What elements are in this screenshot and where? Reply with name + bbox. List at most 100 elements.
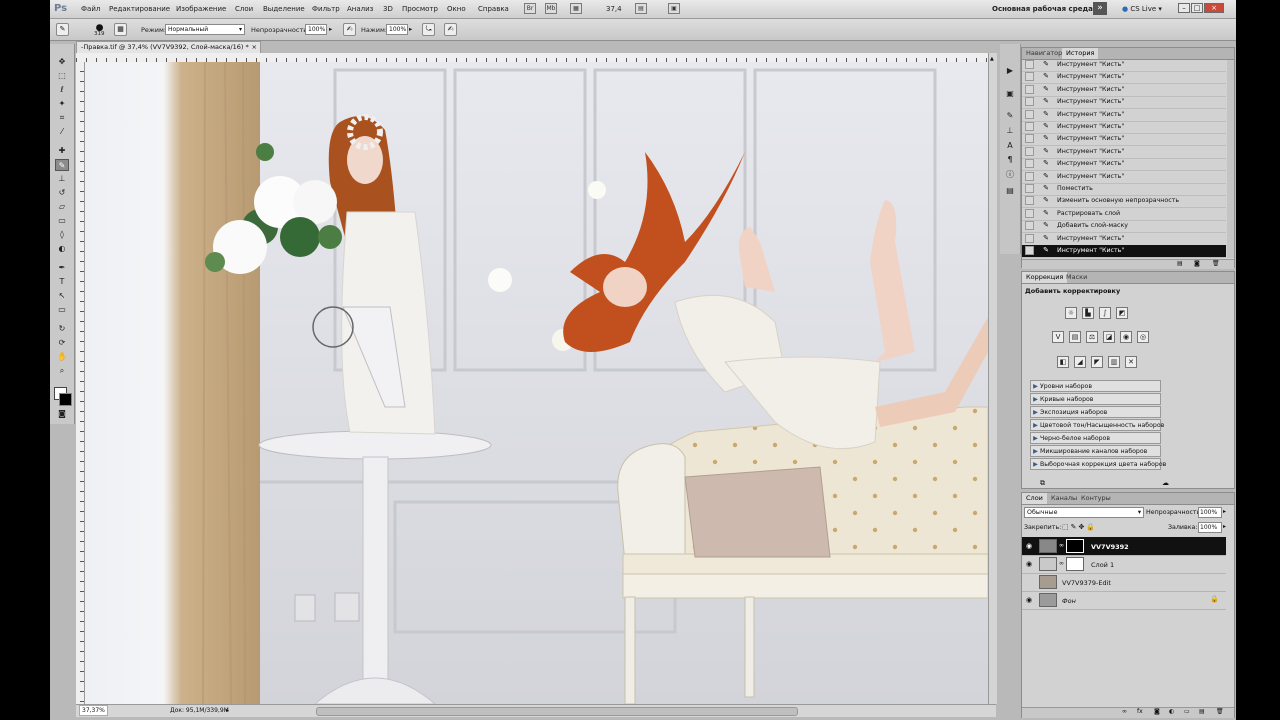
lasso-tool-icon[interactable]: ℓ	[55, 84, 69, 96]
tab-layers[interactable]: Слои	[1022, 493, 1047, 504]
film-icon[interactable]: ▣	[1004, 89, 1016, 99]
scroll-up-icon[interactable]: ▲	[990, 56, 995, 64]
brush-preset-icon[interactable]: ✎	[56, 23, 69, 36]
tab-channels[interactable]: Каналы	[1047, 493, 1081, 504]
gradient-tool-icon[interactable]: ▭	[55, 215, 69, 227]
menu-file[interactable]: Файл	[81, 5, 100, 13]
menu-filter[interactable]: Фильтр	[312, 5, 340, 13]
new-snapshot-icon[interactable]: ◙	[1194, 260, 1200, 267]
history-item[interactable]: ✎ Инструмент "Кисть"	[1022, 59, 1226, 72]
mode-select[interactable]: Нормальный ▾	[165, 24, 245, 35]
status-arrow-icon[interactable]: ▸	[226, 705, 229, 716]
adjustment-preset-item[interactable]: ▶ Уровни наборов	[1030, 380, 1161, 392]
zoom-tool-icon[interactable]: ⌕	[55, 365, 69, 377]
history-item[interactable]: ✎ Инструмент "Кисть"	[1022, 71, 1226, 85]
info-icon[interactable]: ⓘ	[1004, 169, 1016, 179]
history-item[interactable]: ✎ Поместить	[1022, 183, 1226, 196]
blur-tool-icon[interactable]: ◊	[55, 229, 69, 241]
flow-dropdown-icon[interactable]: ▸	[409, 25, 412, 33]
history-item[interactable]: ✎ Растрировать слой	[1022, 208, 1226, 221]
history-item[interactable]: ✎ Инструмент "Кисть"	[1022, 96, 1226, 110]
screen-mode-icon[interactable]: ▣	[668, 3, 680, 14]
history-item[interactable]: ✎ Инструмент "Кисть"	[1022, 133, 1226, 147]
quick-mask-icon[interactable]: ◙	[55, 408, 69, 420]
mini-bridge-icon[interactable]: Mb	[545, 3, 557, 14]
eraser-tool-icon[interactable]: ▱	[55, 201, 69, 213]
flow-input[interactable]: 100%	[386, 24, 408, 35]
expand-arrow-icon[interactable]: ▶	[1031, 459, 1040, 470]
clip-layer-icon[interactable]: ⧉	[1040, 479, 1045, 488]
healing-brush-tool-icon[interactable]: ✚	[55, 145, 69, 157]
adjustment-preset-item[interactable]: ▶ Экспозиция наборов	[1030, 406, 1161, 418]
chain-link-icon[interactable]: ∞	[1059, 560, 1064, 567]
crop-tool-icon[interactable]: ⌗	[55, 112, 69, 124]
vertical-scrollbar[interactable]: ▲	[988, 53, 997, 704]
layer-row[interactable]: ◉ ∞ Слой 1	[1022, 555, 1226, 574]
history-scrollbar[interactable]	[1227, 60, 1234, 258]
menu-layers[interactable]: Слои	[235, 5, 253, 13]
horizontal-scrollbar[interactable]	[316, 707, 798, 716]
opacity-dropdown-icon[interactable]: ▸	[329, 25, 332, 33]
character-icon[interactable]: A	[1004, 141, 1016, 151]
expand-arrow-icon[interactable]: ▶	[1031, 394, 1040, 405]
layer-opacity-input[interactable]: 100%	[1198, 507, 1222, 518]
history-item[interactable]: ✎ Добавить слой-маску	[1022, 220, 1226, 234]
history-snapshot-checkbox[interactable]	[1025, 246, 1034, 255]
history-item[interactable]: ✎ Инструмент "Кисть"	[1022, 84, 1226, 97]
new-document-icon[interactable]: ▤	[1177, 260, 1183, 267]
history-snapshot-checkbox[interactable]	[1025, 60, 1034, 69]
history-item[interactable]: ✎ Инструмент "Кисть"	[1022, 109, 1226, 122]
layer-row[interactable]: ◉ Фон 🔒	[1022, 591, 1226, 610]
history-item[interactable]: ✎ Инструмент "Кисть"	[1022, 146, 1226, 159]
layer-row[interactable]: ◉ ∞ VV7V9392	[1022, 537, 1226, 556]
history-item[interactable]: ✎ Изменить основную непрозрачность	[1022, 195, 1226, 209]
tab-history[interactable]: История	[1062, 48, 1099, 59]
tablet-opacity-icon[interactable]: ✍	[343, 23, 356, 36]
3d-icon[interactable]: ▤	[1004, 186, 1016, 196]
view-extras-icon[interactable]: ▦	[570, 3, 582, 14]
fill-dropdown-icon[interactable]: ▸	[1223, 523, 1226, 530]
visibility-eye-icon[interactable]: ◉	[1026, 578, 1032, 586]
document-tab[interactable]: -Правка.tif @ 37,4% (VV7V9392, Слой-маск…	[76, 41, 261, 53]
workspace-label[interactable]: Основная рабочая среда	[992, 5, 1093, 13]
eyedropper-tool-icon[interactable]: ⁄	[55, 126, 69, 138]
history-snapshot-checkbox[interactable]	[1025, 208, 1034, 218]
history-snapshot-checkbox[interactable]	[1025, 97, 1034, 107]
clone-stamp-tool-icon[interactable]: ⊥	[55, 173, 69, 185]
history-brush-tool-icon[interactable]: ↺	[55, 187, 69, 199]
brush-tool-icon[interactable]: ✎	[55, 159, 69, 171]
brush-panel-icon[interactable]: ▦	[114, 23, 127, 36]
layer-row[interactable]: ◉ VV7V9379-Edit	[1022, 573, 1226, 592]
type-tool-icon[interactable]: T	[55, 276, 69, 288]
blend-mode-select[interactable]: Обычные ▾	[1024, 507, 1144, 518]
workspace-more-button[interactable]: »	[1093, 2, 1107, 15]
menu-edit[interactable]: Редактирование	[109, 5, 170, 13]
lock-icons[interactable]: ⬚✎✥🔒	[1062, 523, 1097, 531]
history-snapshot-checkbox[interactable]	[1025, 109, 1034, 119]
trash-icon[interactable]: 🗑	[1212, 260, 1220, 267]
marquee-tool-icon[interactable]: ⬚	[55, 70, 69, 82]
history-item[interactable]: ✎ Инструмент "Кисть"	[1022, 233, 1226, 246]
adjustment-preset-item[interactable]: ▶ Кривые наборов	[1030, 393, 1161, 405]
zoom-level[interactable]: 37,4	[606, 5, 622, 13]
menu-window[interactable]: Окно	[447, 5, 466, 13]
document-canvas[interactable]	[85, 62, 988, 704]
history-snapshot-checkbox[interactable]	[1025, 134, 1034, 144]
foreground-color-swatch[interactable]	[59, 393, 72, 406]
fill-input[interactable]: 100%	[1198, 522, 1222, 533]
move-tool-icon[interactable]: ✥	[55, 56, 69, 68]
expand-arrow-icon[interactable]: ▶	[1031, 381, 1040, 392]
adjustment-preset-item[interactable]: ▶ Черно-белое наборов	[1030, 432, 1161, 444]
history-snapshot-checkbox[interactable]	[1025, 171, 1034, 181]
play-actions-icon[interactable]: ▶	[1004, 66, 1016, 76]
history-snapshot-checkbox[interactable]	[1025, 159, 1034, 169]
expand-arrow-icon[interactable]: ▶	[1031, 446, 1040, 457]
status-zoom[interactable]: 37,37%	[79, 705, 108, 716]
brush-presets-icon[interactable]: ✎	[1004, 111, 1016, 121]
history-item[interactable]: ✎ Инструмент "Кисть"	[1022, 121, 1226, 134]
path-select-tool-icon[interactable]: ↖	[55, 290, 69, 302]
history-snapshot-checkbox[interactable]	[1025, 184, 1034, 193]
bridge-icon[interactable]: Br	[524, 3, 536, 14]
history-snapshot-checkbox[interactable]	[1025, 196, 1034, 206]
adjustment-preset-item[interactable]: ▶ Микширование каналов наборов	[1030, 445, 1161, 457]
